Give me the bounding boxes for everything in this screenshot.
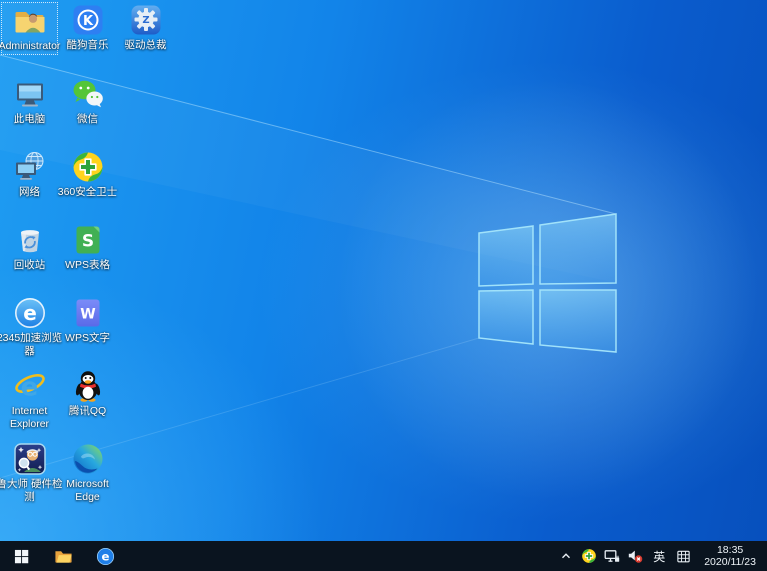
qq-penguin-icon <box>71 369 105 403</box>
gear-z-icon: Z <box>129 3 163 37</box>
svg-text:e: e <box>23 301 37 325</box>
desktop-background[interactable]: Administrator 此电脑 <box>0 0 767 541</box>
desktop-icon-tencent-qq[interactable]: 腾讯QQ <box>59 368 116 419</box>
icon-label: 回收站 <box>0 259 63 272</box>
ime-keyboard-grid-icon <box>676 549 691 564</box>
icon-label: 鲁大师 硬件检测 <box>0 478 63 504</box>
svg-text:S: S <box>81 232 93 252</box>
360-tray-button[interactable] <box>579 541 599 571</box>
desktop-icon-360-safeguard[interactable]: 360安全卫士 <box>59 149 116 200</box>
icon-label: 此电脑 <box>0 113 63 126</box>
desktop-icon-internet-explorer[interactable]: e Internet Explorer <box>1 368 58 432</box>
computer-monitor-icon <box>13 77 47 111</box>
show-hidden-icons-button[interactable] <box>556 541 576 571</box>
ludashi-magnifier-icon <box>13 442 47 476</box>
icon-label: WPS文字 <box>55 332 121 345</box>
edge-swirl-icon <box>71 442 105 476</box>
taskbar: e <box>0 541 767 571</box>
desktop-icon-administrator[interactable]: Administrator <box>1 2 58 55</box>
ime-panel-button[interactable] <box>673 541 693 571</box>
wps-spreadsheet-icon: S <box>71 223 105 257</box>
desktop-icon-wps-writer[interactable]: W WPS文字 <box>59 295 116 346</box>
network-globe-monitor-icon <box>13 150 47 184</box>
start-button[interactable] <box>0 541 42 571</box>
icon-label: 腾讯QQ <box>55 405 121 418</box>
icon-label: 网络 <box>0 186 63 199</box>
icon-label: 2345加速浏览器 <box>0 332 63 358</box>
desktop-icon-2345-browser[interactable]: e 2345加速浏览器 <box>1 295 58 359</box>
desktop-icon-microsoft-edge[interactable]: Microsoft Edge <box>59 441 116 505</box>
icon-label: 微信 <box>55 113 121 126</box>
chevron-up-icon <box>559 549 573 563</box>
windows-start-icon <box>14 549 29 564</box>
taskbar-clock[interactable]: 18:35 2020/11/23 <box>696 544 762 569</box>
svg-text:W: W <box>80 307 95 323</box>
icon-label: Internet Explorer <box>0 405 63 431</box>
desktop-icon-ludashi[interactable]: 鲁大师 硬件检测 <box>1 441 58 505</box>
desktop-icon-wechat[interactable]: 微信 <box>59 76 116 127</box>
svg-text:Z: Z <box>142 15 149 26</box>
wps-writer-icon: W <box>71 296 105 330</box>
volume-tray-button[interactable] <box>625 541 645 571</box>
icon-label: 驱动总裁 <box>113 39 179 52</box>
wechat-bubbles-icon <box>71 77 105 111</box>
recycle-bin-icon <box>13 223 47 257</box>
clock-time: 18:35 <box>704 544 756 557</box>
desktop-icon-kugou-music[interactable]: K 酷狗音乐 <box>59 2 116 53</box>
360-shield-circle-icon <box>71 150 105 184</box>
volume-muted-icon <box>627 548 643 564</box>
desktop-icon-driver-president[interactable]: Z 驱动总裁 <box>117 2 174 53</box>
system-tray: 英 18:35 2020/11/23 <box>556 541 767 571</box>
windows-logo <box>479 214 616 352</box>
svg-text:K: K <box>82 14 93 29</box>
desktop-icon-network[interactable]: 网络 <box>1 149 58 200</box>
svg-text:e: e <box>20 373 38 403</box>
ie-icon: e <box>13 369 47 403</box>
kugou-k-icon: K <box>71 3 105 37</box>
icon-label: Microsoft Edge <box>55 478 121 504</box>
icon-label: WPS表格 <box>55 259 121 272</box>
desktop-icon-recycle-bin[interactable]: 回收站 <box>1 222 58 273</box>
network-tray-button[interactable] <box>602 541 622 571</box>
icon-label: Administrator <box>0 40 63 53</box>
svg-text:e: e <box>101 549 109 563</box>
user-folder-icon <box>13 4 47 38</box>
ethernet-network-icon <box>604 548 620 564</box>
360-tray-icon <box>581 548 597 564</box>
browser-taskbar-button[interactable]: e <box>84 541 126 571</box>
icon-label: 酷狗音乐 <box>55 39 121 52</box>
folder-icon <box>54 547 73 566</box>
blue-e-browser-icon: e <box>96 547 115 566</box>
file-explorer-button[interactable] <box>42 541 84 571</box>
clock-date: 2020/11/23 <box>704 556 756 569</box>
language-indicator[interactable]: 英 <box>648 548 670 565</box>
blue-e-browser-icon: e <box>13 296 47 330</box>
icon-label: 360安全卫士 <box>55 186 121 199</box>
desktop-icon-wps-sheet[interactable]: S WPS表格 <box>59 222 116 273</box>
desktop-icon-this-pc[interactable]: 此电脑 <box>1 76 58 127</box>
